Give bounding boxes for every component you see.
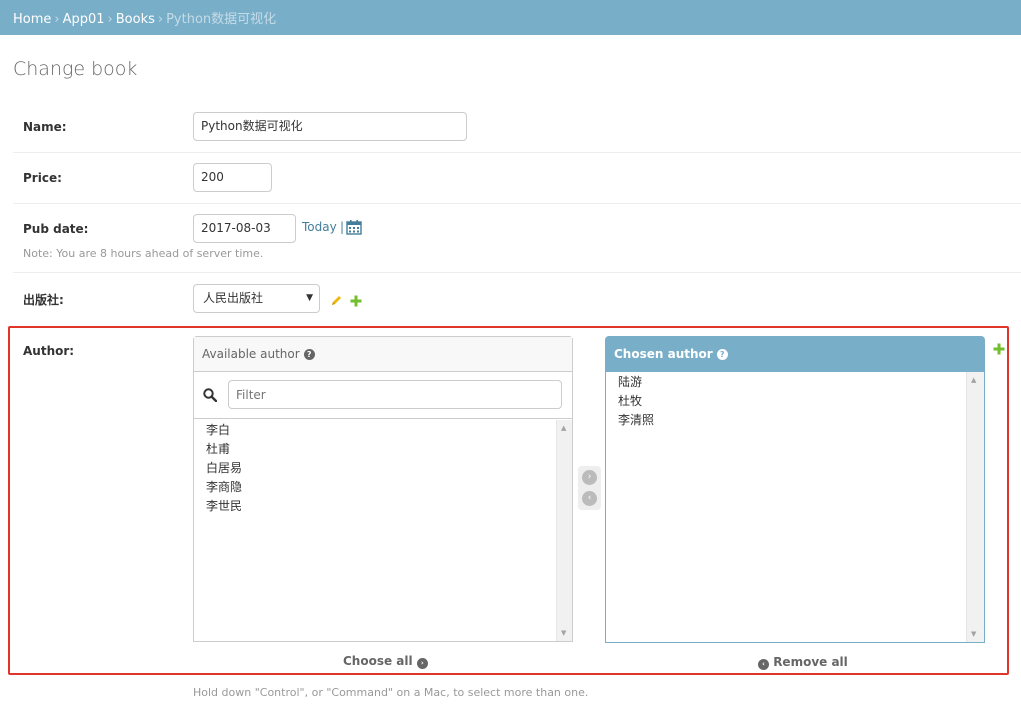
price-label: Price: [23, 171, 62, 185]
list-item[interactable]: 杜甫 [206, 440, 242, 459]
available-author-panel: Available author? 李白 杜甫 白居易 李商隐 李世民 ▲ ▼ [193, 336, 573, 642]
list-item[interactable]: 李清照 [618, 411, 654, 430]
choose-all-label: Choose all [343, 654, 413, 668]
publisher-label: 出版社: [23, 293, 64, 307]
move-right-icon[interactable]: › [582, 470, 597, 485]
page-title: Change book [13, 58, 138, 80]
multiselect-help-text: Hold down "Control", or "Command" on a M… [193, 686, 589, 699]
breadcrumb-current: Python数据可视化 [166, 12, 277, 27]
add-author-icon[interactable] [993, 340, 1005, 359]
arrow-left-icon: ‹ [758, 659, 769, 670]
available-author-list[interactable]: 李白 杜甫 白居易 李商隐 李世民 [206, 421, 242, 516]
breadcrumb-separator: › [107, 12, 113, 27]
breadcrumb-separator: › [157, 12, 164, 27]
name-input[interactable]: Python数据可视化 [193, 112, 467, 141]
today-divider: | [340, 220, 345, 234]
dropdown-arrow-icon: ▼ [306, 293, 313, 303]
pub-date-label: Pub date: [23, 222, 89, 236]
pub-date-input[interactable]: 2017-08-03 [193, 214, 296, 243]
today-link[interactable]: Today [302, 220, 337, 234]
row-divider [13, 272, 1021, 273]
calendar-icon[interactable] [346, 220, 362, 239]
chosen-author-title: Chosen author [614, 347, 713, 361]
available-list-scrollbar[interactable]: ▲ ▼ [556, 420, 572, 641]
list-item[interactable]: 白居易 [206, 459, 242, 478]
choose-all-button[interactable]: Choose all › [343, 654, 428, 669]
breadcrumb-app-link[interactable]: App01 [63, 12, 105, 27]
breadcrumb-separator: › [54, 12, 60, 27]
filter-row [194, 372, 572, 419]
price-input[interactable]: 200 [193, 163, 272, 192]
author-label: Author: [23, 344, 75, 358]
scroll-down-icon[interactable]: ▼ [561, 629, 566, 637]
publisher-selected-value: 人民出版社 [203, 291, 264, 305]
row-divider [13, 203, 1021, 204]
list-item[interactable]: 杜牧 [618, 392, 654, 411]
available-author-header: Available author? [194, 337, 572, 372]
search-icon [203, 387, 218, 406]
list-item[interactable]: 李白 [206, 421, 242, 440]
remove-all-button[interactable]: ‹ Remove all [758, 655, 848, 670]
breadcrumb: Home › App01 › Books › Python数据可视化 [13, 8, 276, 27]
filter-input[interactable] [228, 380, 562, 409]
publisher-select[interactable]: 人民出版社 ▼ [193, 284, 320, 313]
chosen-author-header: Chosen author? [606, 337, 984, 372]
row-divider [13, 152, 1021, 153]
scroll-up-icon[interactable]: ▲ [971, 376, 976, 384]
name-label: Name: [23, 120, 67, 134]
list-item[interactable]: 陆游 [618, 373, 654, 392]
breadcrumb-model-link[interactable]: Books [116, 12, 155, 27]
chosen-author-panel: Chosen author? 陆游 杜牧 李清照 ▲ ▼ [605, 336, 985, 643]
scroll-up-icon[interactable]: ▲ [561, 424, 566, 432]
list-item[interactable]: 李世民 [206, 497, 242, 516]
remove-all-label: Remove all [773, 655, 848, 669]
help-icon: ? [303, 349, 315, 360]
timezone-note: Note: You are 8 hours ahead of server ti… [23, 247, 264, 260]
scroll-down-icon[interactable]: ▼ [971, 630, 976, 638]
breadcrumb-home-link[interactable]: Home [13, 12, 51, 27]
available-author-title: Available author [202, 347, 300, 361]
chosen-list-scrollbar[interactable]: ▲ ▼ [966, 372, 984, 642]
add-related-icon[interactable] [350, 292, 362, 311]
chosen-author-list[interactable]: 陆游 杜牧 李清照 [618, 373, 654, 430]
arrow-right-icon: › [416, 658, 428, 669]
help-icon: ? [716, 349, 728, 360]
edit-pencil-icon[interactable] [330, 292, 343, 311]
list-item[interactable]: 李商隐 [206, 478, 242, 497]
move-left-icon[interactable]: ‹ [582, 491, 597, 506]
